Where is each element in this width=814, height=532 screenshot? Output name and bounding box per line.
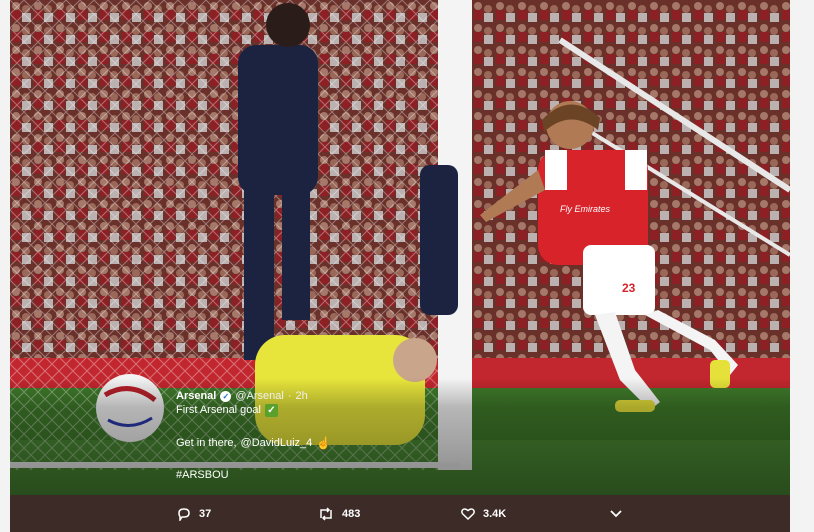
tweet-action-bar: 37 483 3.4K — [10, 495, 790, 532]
reply-icon — [178, 507, 190, 521]
tweet-text-prefix: Get in there, — [176, 437, 237, 449]
mention-link[interactable]: @DavidLuiz_4 — [241, 436, 313, 450]
verified-badge-icon: ✓ — [220, 390, 232, 402]
shirt-number: 23 — [622, 281, 636, 295]
like-count: 3.4K — [483, 507, 507, 520]
tweet-separator: · — [287, 390, 292, 402]
retweet-button[interactable]: 483 — [318, 495, 360, 532]
pointing-hand-icon: ☝ — [316, 436, 332, 450]
heart-icon — [461, 508, 475, 520]
hashtag-link[interactable]: #ARSBOU — [176, 468, 229, 482]
reply-button[interactable]: 37 — [177, 495, 211, 532]
retweet-icon — [320, 506, 332, 521]
right-margin — [790, 0, 814, 532]
tweet-caption: Arsenal ✓ @Arsenal · 2h First Arsenal go… — [10, 378, 790, 495]
more-options-button[interactable] — [610, 495, 622, 532]
check-mark-icon: ✓ — [264, 403, 278, 417]
tweet-text-line-2: Get in there, @DavidLuiz_4 ☝ — [176, 436, 331, 450]
tweet-text: First Arsenal goal — [176, 404, 261, 416]
tweet-handle[interactable]: @Arsenal — [235, 389, 283, 403]
retweet-count: 483 — [342, 507, 361, 520]
reply-count: 37 — [199, 507, 212, 520]
shirt-sponsor: Fly Emirates — [560, 204, 611, 214]
tweet-timestamp[interactable]: 2h — [296, 389, 308, 403]
like-button[interactable]: 3.4K — [461, 495, 506, 532]
left-margin — [0, 0, 10, 532]
tweet-text-line-1: First Arsenal goal ✓ — [176, 403, 278, 417]
chevron-down-icon — [610, 509, 622, 517]
tweet-text-line-3: #ARSBOU — [176, 468, 229, 482]
tweet-header: Arsenal ✓ @Arsenal · 2h — [176, 389, 308, 403]
tweet-display-name[interactable]: Arsenal — [176, 389, 216, 403]
